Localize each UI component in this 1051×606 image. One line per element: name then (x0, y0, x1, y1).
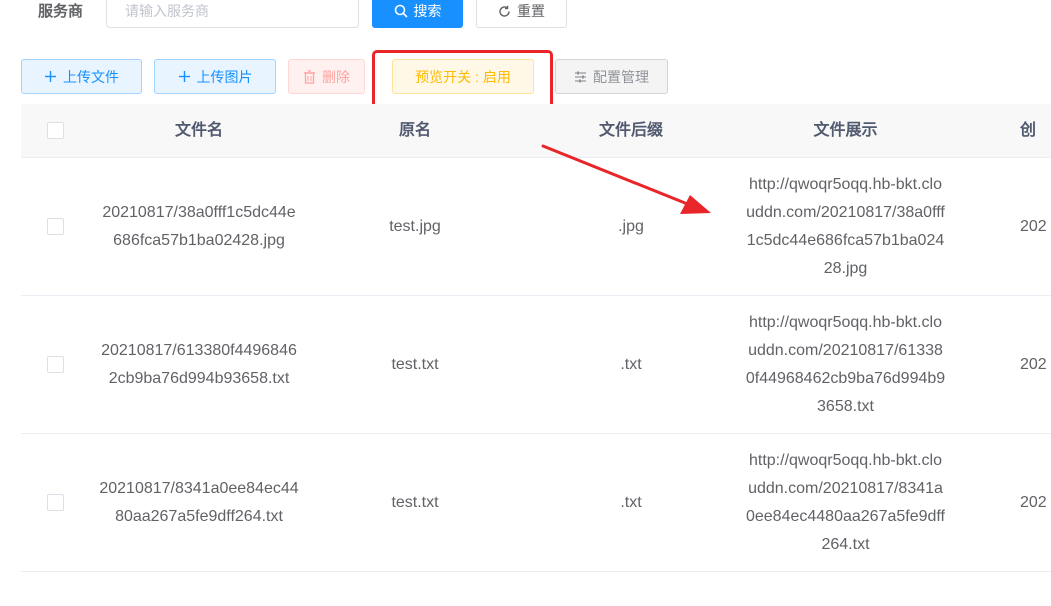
preview-switch-button[interactable]: 预览开关 : 启用 (392, 59, 534, 94)
display-url[interactable]: http://qwoqr5oqq.hb-bkt.clouddn.com/2021… (746, 171, 946, 283)
file-name: 20210817/38a0fff1c5dc44e686fca57b1ba0242… (102, 203, 296, 249)
config-manage-button[interactable]: 配置管理 (555, 59, 668, 94)
row-checkbox[interactable] (46, 356, 64, 373)
search-bar: 服务商 搜索 重置 (0, 0, 1051, 28)
row-checkbox[interactable] (46, 494, 64, 511)
reset-button-label: 重置 (517, 3, 545, 19)
file-name: 20210817/8341a0ee84ec4480aa267a5fe9dff26… (99, 479, 299, 525)
display-url[interactable]: http://qwoqr5oqq.hb-bkt.clouddn.com/2021… (746, 309, 946, 421)
table-row[interactable]: 20210817/613380f44968462cb9ba76d994b9365… (21, 296, 1051, 434)
table-header: 文件名 原名 文件后缀 文件展示 创 (21, 104, 1051, 158)
upload-file-label: 上传文件 (63, 68, 119, 85)
config-manage-label: 配置管理 (593, 68, 649, 85)
file-name-cell: 20210817/613380f44968462cb9ba76d994b9365… (89, 296, 309, 433)
display-url-cell: http://qwoqr5oqq.hb-bkt.clouddn.com/2021… (741, 158, 950, 295)
row-checkbox-cell (21, 158, 89, 295)
suffix-cell: .jpg (618, 217, 644, 235)
sliders-icon (574, 71, 587, 83)
file-name-cell: 20210817/38a0fff1c5dc44e686fca57b1ba0242… (89, 158, 309, 295)
suffix-cell: .txt (620, 493, 642, 511)
table-row[interactable]: 20210817/38a0fff1c5dc44e686fca57b1ba0242… (21, 158, 1051, 296)
row-checkbox[interactable] (46, 218, 64, 235)
refresh-icon (498, 5, 511, 18)
select-all-checkbox[interactable] (46, 122, 64, 139)
header-original: 原名 (398, 121, 431, 139)
provider-search-input[interactable] (106, 0, 359, 28)
header-checkbox-cell (21, 104, 89, 157)
header-display: 文件展示 (813, 121, 878, 139)
file-table: 文件名 原名 文件后缀 文件展示 创 20210817/38a0fff1c5dc… (21, 104, 1051, 572)
reset-button[interactable]: 重置 (476, 0, 567, 28)
delete-button[interactable]: 删除 (288, 59, 365, 94)
upload-image-label: 上传图片 (196, 68, 253, 85)
provider-label: 服务商 (38, 3, 84, 20)
preview-switch-label: 预览开关 : 启用 (415, 68, 511, 85)
row-checkbox-cell (21, 296, 89, 433)
header-created: 创 (1020, 121, 1037, 139)
upload-file-button[interactable]: 上传文件 (21, 59, 142, 94)
search-button-label: 搜索 (413, 3, 442, 19)
display-url-cell: http://qwoqr5oqq.hb-bkt.clouddn.com/2021… (741, 296, 950, 433)
table-row[interactable]: 20210817/8341a0ee84ec4480aa267a5fe9dff26… (21, 434, 1051, 572)
display-url-cell: http://qwoqr5oqq.hb-bkt.clouddn.com/2021… (741, 434, 950, 571)
display-url[interactable]: http://qwoqr5oqq.hb-bkt.clouddn.com/2021… (746, 447, 946, 559)
header-suffix: 文件后缀 (598, 121, 663, 139)
upload-image-button[interactable]: 上传图片 (154, 59, 276, 94)
original-name-cell: test.txt (391, 355, 439, 373)
search-button[interactable]: 搜索 (372, 0, 463, 28)
created-cell: 202 (1020, 355, 1047, 373)
suffix-cell: .txt (620, 355, 642, 373)
created-cell: 202 (1020, 493, 1047, 511)
trash-icon (303, 69, 316, 84)
file-name-cell: 20210817/8341a0ee84ec4480aa267a5fe9dff26… (89, 434, 309, 571)
file-name: 20210817/613380f44968462cb9ba76d994b9365… (101, 341, 297, 387)
header-name: 文件名 (174, 121, 223, 139)
row-checkbox-cell (21, 434, 89, 571)
delete-label: 删除 (322, 68, 350, 85)
plus-icon (44, 70, 57, 83)
plus-icon (178, 70, 191, 83)
original-name-cell: test.jpg (389, 217, 441, 235)
search-icon (394, 4, 408, 18)
created-cell: 202 (1020, 217, 1047, 235)
original-name-cell: test.txt (391, 493, 439, 511)
